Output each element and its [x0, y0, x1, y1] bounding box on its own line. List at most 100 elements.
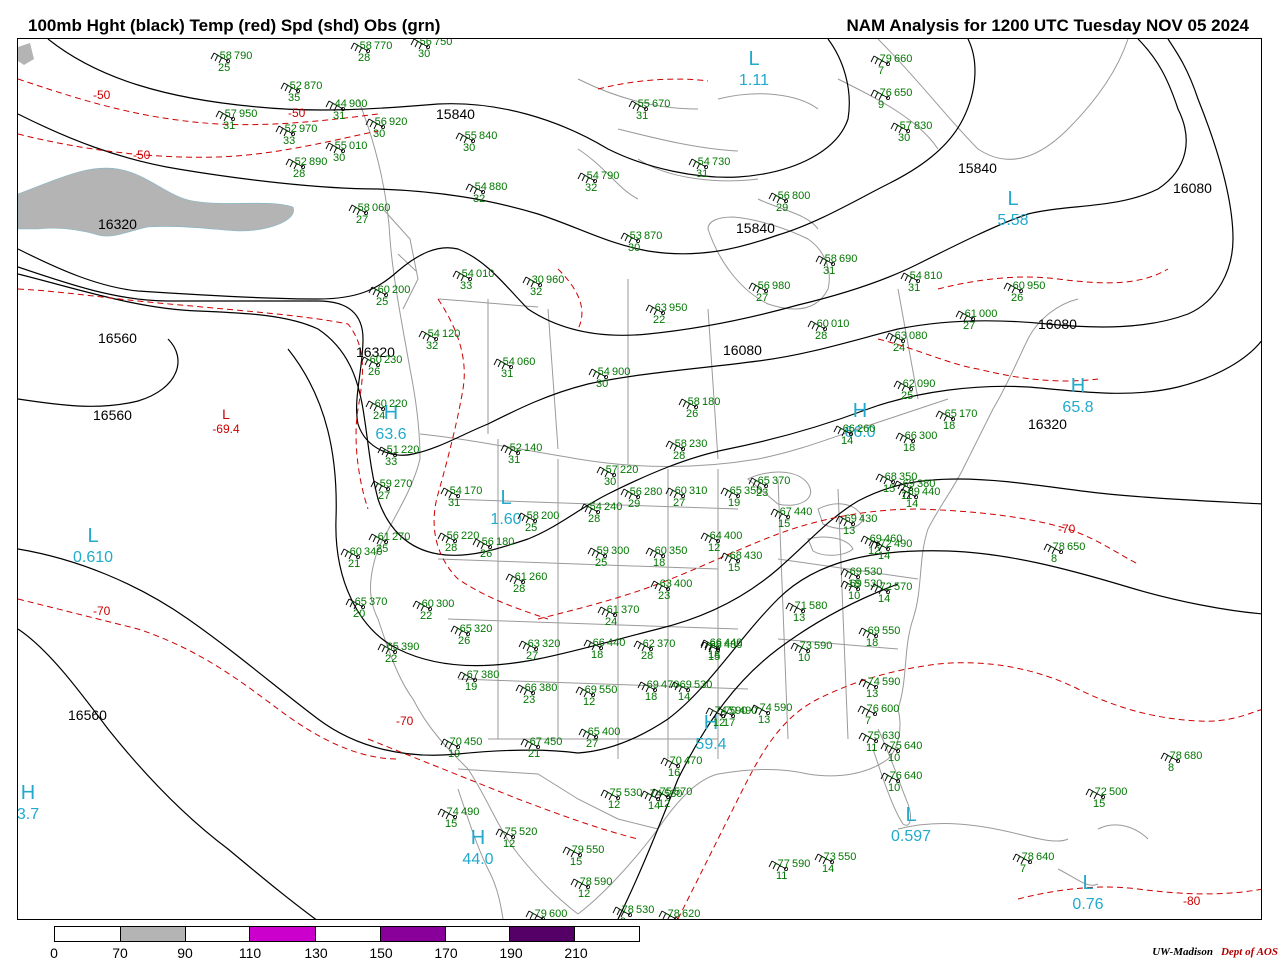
station-observation: -52 890 28 — [285, 156, 327, 180]
center-value: 1.11 — [739, 72, 769, 89]
obs-height: 180 — [496, 536, 514, 548]
obs-dewpoint: 28 — [641, 650, 653, 662]
map-title-analysis-time: NAM Analysis for 1200 UTC Tuesday NOV 05… — [846, 16, 1250, 35]
center-value: 63.6 — [375, 426, 406, 443]
obs-temperature: -62 — [899, 378, 915, 390]
station-observation: -51 220 33 — [377, 444, 419, 468]
obs-height: 380 — [539, 682, 557, 694]
obs-height: 640 — [1036, 851, 1054, 863]
obs-dewpoint: 11 — [776, 870, 787, 882]
obs-dewpoint: 31 — [333, 110, 345, 122]
station-observation: -56 750 30 — [410, 39, 452, 60]
obs-height: 400 — [674, 578, 692, 590]
station-observation: -58 230 28 — [665, 438, 707, 462]
obs-temperature: -69 — [581, 684, 597, 696]
obs-temperature: -65 — [941, 408, 957, 420]
obs-dewpoint: 24 — [893, 342, 905, 354]
obs-dewpoint: 28 — [588, 513, 600, 525]
obs-height: 960 — [546, 274, 564, 286]
obs-temperature: -78 — [576, 876, 592, 888]
station-observation: -78 680 8 — [1160, 750, 1202, 774]
obs-dewpoint: 13 — [866, 688, 878, 700]
station-observation: -61 260 28 — [505, 571, 547, 595]
station-observation: -52 140 31 — [500, 442, 542, 466]
obs-dewpoint: 27 — [963, 320, 975, 332]
obs-dewpoint: 8 — [1168, 762, 1174, 774]
station-observation: -65 170 18 — [935, 408, 977, 432]
obs-temperature: -71 — [791, 600, 807, 612]
obs-height: 800 — [792, 190, 810, 202]
station-observation: -60 010 28 — [807, 318, 849, 342]
obs-height: 790 — [234, 50, 252, 62]
obs-temperature: -55 — [461, 130, 477, 142]
temp-contour-label: -50 — [93, 88, 111, 102]
obs-dewpoint: 18 — [591, 649, 603, 661]
obs-dewpoint: 26 — [480, 548, 492, 560]
station-observation: -65 320 26 — [450, 623, 492, 647]
obs-dewpoint: 10 — [848, 590, 860, 602]
center-letter: L — [748, 48, 759, 70]
obs-dewpoint: 22 — [385, 653, 397, 665]
station-observation: -77 590 11 — [768, 858, 810, 882]
obs-temperature: -54 — [583, 170, 599, 182]
center-value: 5.58 — [997, 212, 1028, 229]
obs-height: 870 — [644, 230, 662, 242]
obs-temperature: -74 — [711, 705, 727, 717]
height-contour-label: 16320 — [98, 216, 137, 232]
obs-temperature: -65 — [584, 726, 600, 738]
obs-temperature: -78 — [1166, 750, 1182, 762]
obs-height: 680 — [1184, 750, 1202, 762]
obs-temperature: -54 — [458, 268, 474, 280]
obs-dewpoint: 33 — [460, 280, 472, 292]
center-value: 0.76 — [1072, 896, 1103, 913]
obs-dewpoint: 25 — [376, 296, 388, 308]
station-observation: -65 370 20 — [345, 596, 387, 620]
obs-temperature: -76 — [876, 87, 892, 99]
obs-temperature: -62 — [639, 638, 655, 650]
station-observation: -78 590 12 — [570, 876, 612, 900]
colorbar-tick: 90 — [177, 945, 193, 961]
obs-dewpoint: 10 — [798, 652, 810, 664]
obs-temperature: -54 — [906, 270, 922, 282]
obs-temperature: -57 — [896, 120, 912, 132]
obs-temperature: -69 — [643, 679, 659, 691]
obs-height: 570 — [674, 786, 692, 798]
obs-dewpoint: 23 — [523, 694, 535, 706]
obs-height: 840 — [479, 130, 497, 142]
obs-temperature: -58 — [671, 438, 687, 450]
colorbar-tick: 190 — [499, 945, 523, 961]
obs-height: 080 — [909, 330, 927, 342]
height-contour-label: 16560 — [98, 330, 137, 346]
obs-temperature: -76 — [863, 703, 879, 715]
obs-dewpoint: 28 — [513, 583, 525, 595]
obs-height: 230 — [384, 354, 402, 366]
obs-height: 950 — [239, 108, 257, 120]
obs-height: 220 — [389, 398, 407, 410]
obs-temperature: -65 — [383, 641, 399, 653]
obs-height: 810 — [924, 270, 942, 282]
station-observation: -78 650 8 — [1043, 541, 1085, 565]
obs-height: 170 — [464, 485, 482, 497]
obs-height: 950 — [1027, 280, 1045, 292]
station-observation: -56 800 29 — [768, 190, 810, 214]
station-observation: -67 440 15 — [770, 506, 812, 530]
obs-dewpoint: 19 — [465, 681, 477, 693]
center-value: 59.4 — [695, 736, 726, 753]
obs-height: 480 — [724, 639, 742, 651]
obs-temperature: -57 — [221, 108, 237, 120]
station-observation: -70 450 19 — [440, 736, 482, 760]
obs-height: 140 — [524, 442, 542, 454]
obs-dewpoint: 32 — [530, 286, 542, 298]
obs-dewpoint: 12 — [708, 542, 720, 554]
center-letter: L — [87, 525, 98, 547]
obs-height: 400 — [724, 530, 742, 542]
obs-temperature: -75 — [886, 740, 902, 752]
obs-temperature: -30 — [528, 274, 544, 286]
obs-temperature: -60 — [418, 598, 434, 610]
obs-height: 440 — [794, 506, 812, 518]
center-value: 1.60 — [490, 511, 521, 528]
obs-dewpoint: 30 — [898, 132, 910, 144]
obs-dewpoint: 15 — [1093, 798, 1105, 810]
obs-temperature: -59 — [376, 478, 392, 490]
obs-dewpoint: 26 — [458, 635, 470, 647]
